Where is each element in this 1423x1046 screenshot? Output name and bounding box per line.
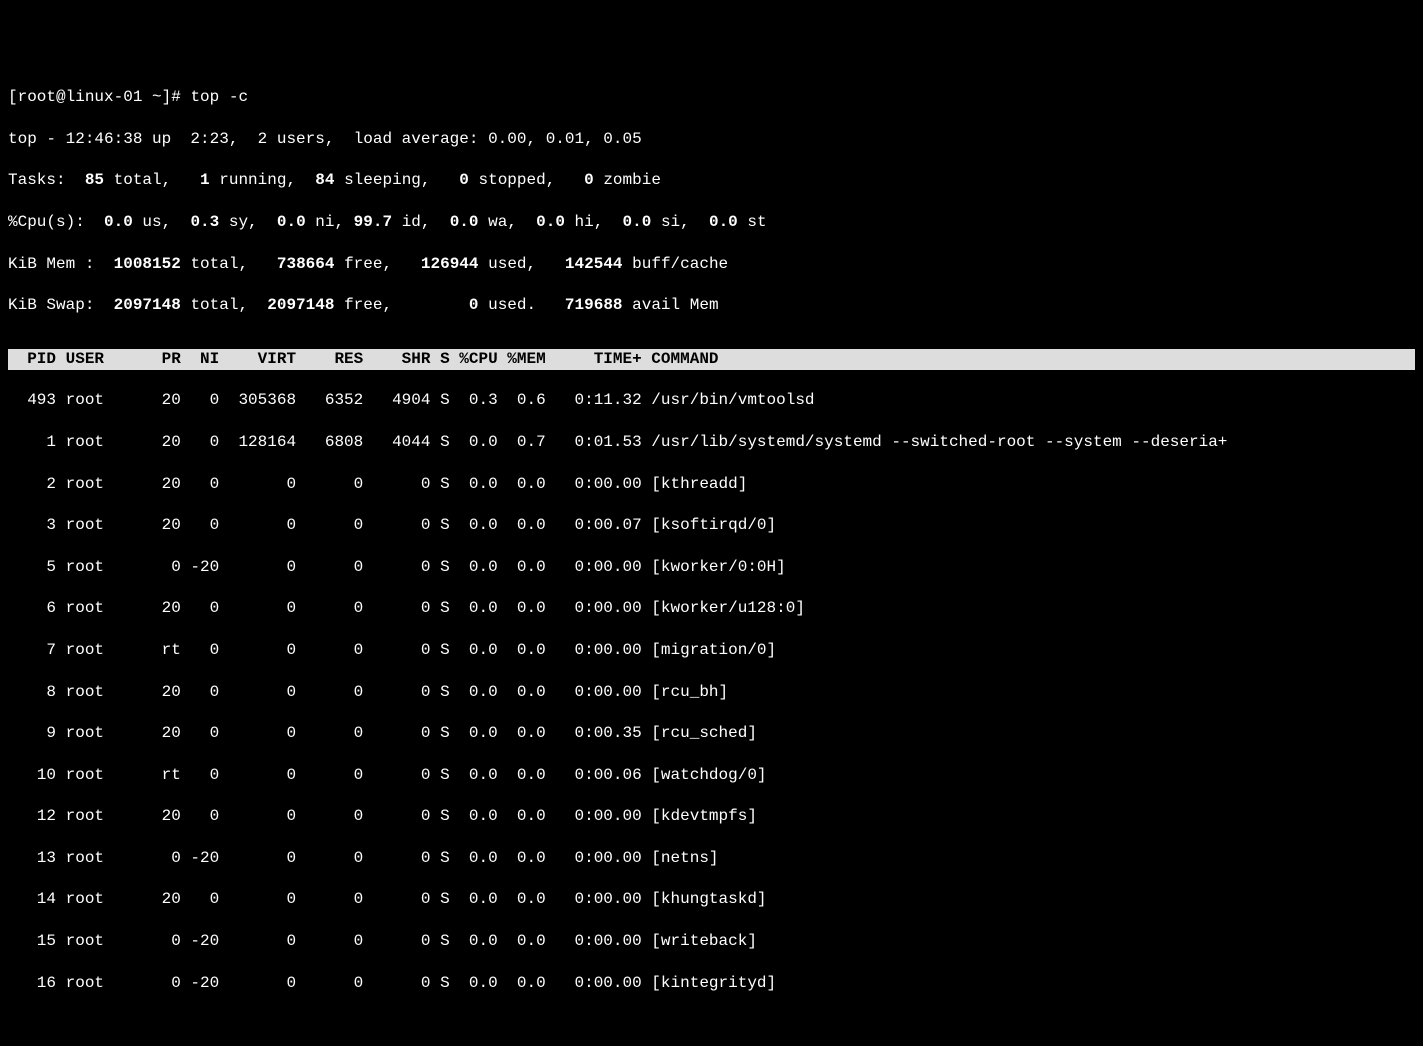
process-row: 12 root 20 0 0 0 0 S 0.0 0.0 0:00.00 [kd…: [8, 806, 1415, 827]
summary-line-cpu: %Cpu(s): 0.0 us, 0.3 sy, 0.0 ni, 99.7 id…: [8, 212, 1415, 233]
process-row: 13 root 0 -20 0 0 0 S 0.0 0.0 0:00.00 [n…: [8, 848, 1415, 869]
process-row: 9 root 20 0 0 0 0 S 0.0 0.0 0:00.35 [rcu…: [8, 723, 1415, 744]
process-row: 7 root rt 0 0 0 0 S 0.0 0.0 0:00.00 [mig…: [8, 640, 1415, 661]
summary-line-1: top - 12:46:38 up 2:23, 2 users, load av…: [8, 129, 1415, 150]
process-row: 14 root 20 0 0 0 0 S 0.0 0.0 0:00.00 [kh…: [8, 889, 1415, 910]
process-table-header: PID USER PR NI VIRT RES SHR S %CPU %MEM …: [8, 349, 1415, 370]
process-row: 6 root 20 0 0 0 0 S 0.0 0.0 0:00.00 [kwo…: [8, 598, 1415, 619]
command: top -c: [190, 88, 248, 106]
summary-line-mem: KiB Mem : 1008152 total, 738664 free, 12…: [8, 254, 1415, 275]
summary-line-swap: KiB Swap: 2097148 total, 2097148 free, 0…: [8, 295, 1415, 316]
process-row: 5 root 0 -20 0 0 0 S 0.0 0.0 0:00.00 [kw…: [8, 557, 1415, 578]
process-row: 15 root 0 -20 0 0 0 S 0.0 0.0 0:00.00 [w…: [8, 931, 1415, 952]
process-row: 10 root rt 0 0 0 0 S 0.0 0.0 0:00.06 [wa…: [8, 765, 1415, 786]
summary-line-tasks: Tasks: 85 total, 1 running, 84 sleeping,…: [8, 170, 1415, 191]
process-row: 493 root 20 0 305368 6352 4904 S 0.3 0.6…: [8, 390, 1415, 411]
prompt: [root@linux-01 ~]#: [8, 88, 190, 106]
process-row: 16 root 0 -20 0 0 0 S 0.0 0.0 0:00.00 [k…: [8, 973, 1415, 994]
process-row: 8 root 20 0 0 0 0 S 0.0 0.0 0:00.00 [rcu…: [8, 682, 1415, 703]
prompt-line[interactable]: [root@linux-01 ~]# top -c: [8, 87, 1415, 108]
process-row: 3 root 20 0 0 0 0 S 0.0 0.0 0:00.07 [kso…: [8, 515, 1415, 536]
process-row: 2 root 20 0 0 0 0 S 0.0 0.0 0:00.00 [kth…: [8, 474, 1415, 495]
process-row: 1 root 20 0 128164 6808 4044 S 0.0 0.7 0…: [8, 432, 1415, 453]
